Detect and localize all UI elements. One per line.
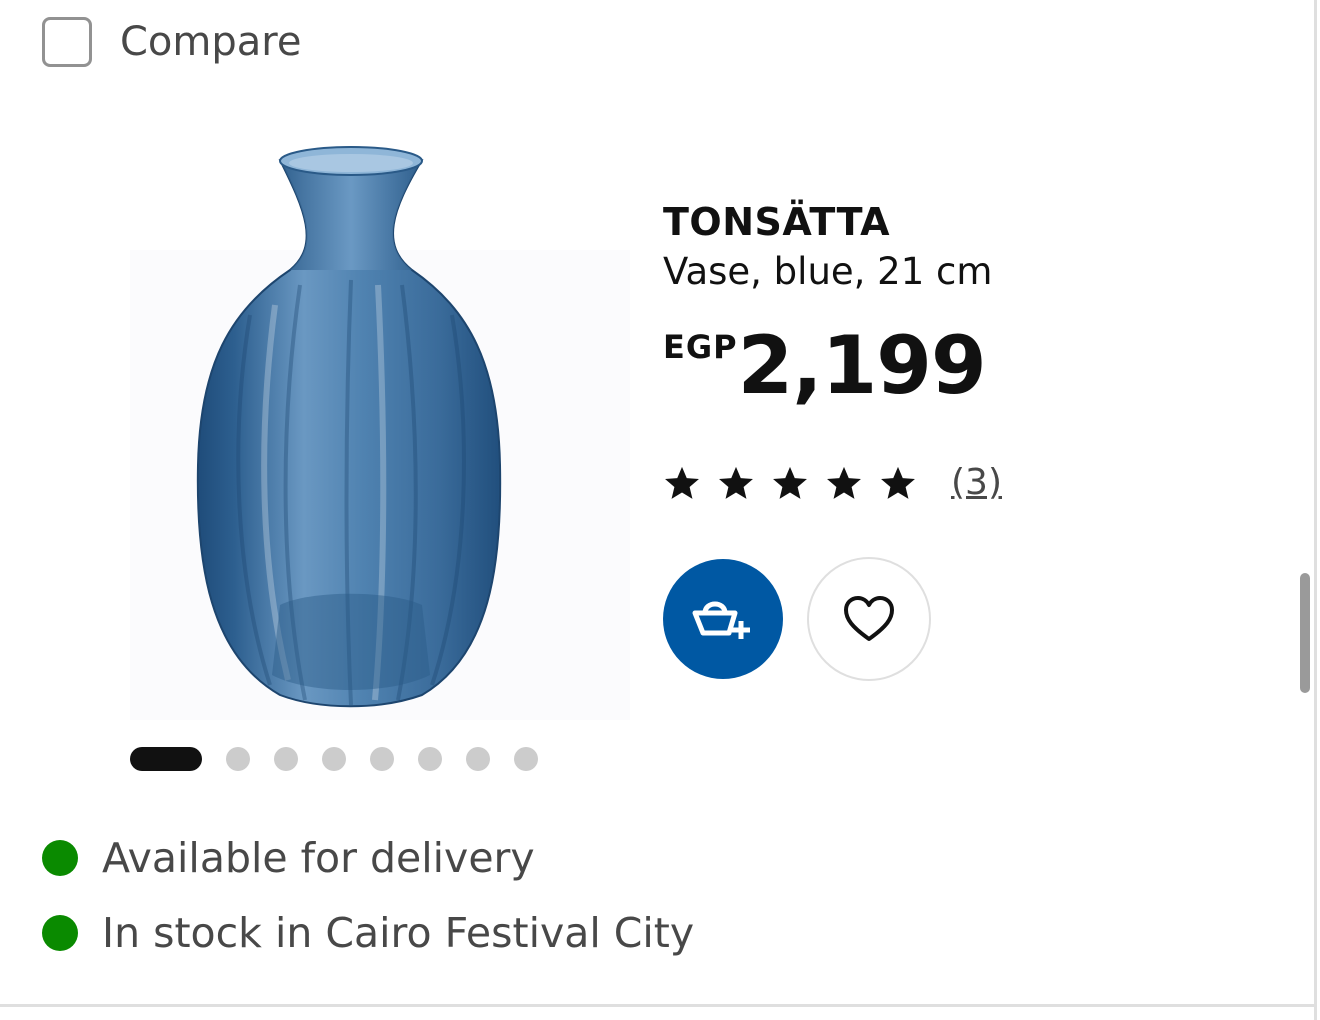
availability-text: Available for delivery	[102, 834, 535, 882]
vase-image	[130, 146, 630, 720]
product-description: Vase, blue, 21 cm	[663, 250, 993, 293]
carousel-dot[interactable]	[466, 747, 490, 771]
carousel-dot[interactable]	[226, 747, 250, 771]
scrollbar-thumb[interactable]	[1300, 573, 1310, 693]
image-carousel-indicator	[130, 747, 562, 771]
product-rating[interactable]: (3)	[663, 462, 1002, 503]
product-name[interactable]: TONSÄTTA	[663, 200, 890, 244]
carousel-dot-active[interactable]	[130, 747, 202, 771]
carousel-dot[interactable]	[514, 747, 538, 771]
carousel-dot[interactable]	[274, 747, 298, 771]
add-to-basket-icon	[692, 601, 750, 639]
compare-toggle[interactable]: Compare	[42, 17, 301, 67]
star-icon	[881, 466, 915, 499]
compare-checkbox[interactable]	[42, 17, 92, 67]
star-icon	[827, 466, 861, 499]
product-card: Compare TONSÄTTA Vase, blue, 21 cm EGP 2…	[0, 0, 1316, 1004]
availability-store: In stock in Cairo Festival City	[42, 909, 694, 957]
card-divider	[0, 1004, 1316, 1007]
carousel-dot[interactable]	[370, 747, 394, 771]
review-count-link[interactable]: (3)	[951, 462, 1002, 503]
availability-text: In stock in Cairo Festival City	[102, 909, 695, 957]
carousel-dot[interactable]	[322, 747, 346, 771]
status-indicator	[42, 840, 78, 876]
product-image[interactable]	[130, 135, 630, 720]
heart-icon	[844, 596, 894, 641]
compare-label: Compare	[120, 19, 302, 65]
star-icon	[773, 466, 807, 499]
rating-stars	[663, 464, 933, 502]
product-price: EGP 2,199	[663, 319, 987, 412]
review-count[interactable]: (3)	[951, 462, 1002, 503]
price-currency: EGP	[663, 328, 738, 366]
star-icon	[719, 466, 753, 499]
add-to-cart-button[interactable]	[663, 559, 783, 679]
status-indicator	[42, 915, 78, 951]
card-divider	[1314, 0, 1317, 1020]
carousel-dot[interactable]	[418, 747, 442, 771]
favourite-button[interactable]	[807, 557, 931, 681]
price-amount: 2,199	[737, 319, 987, 412]
star-icon	[665, 466, 699, 499]
availability-delivery: Available for delivery	[42, 834, 535, 882]
